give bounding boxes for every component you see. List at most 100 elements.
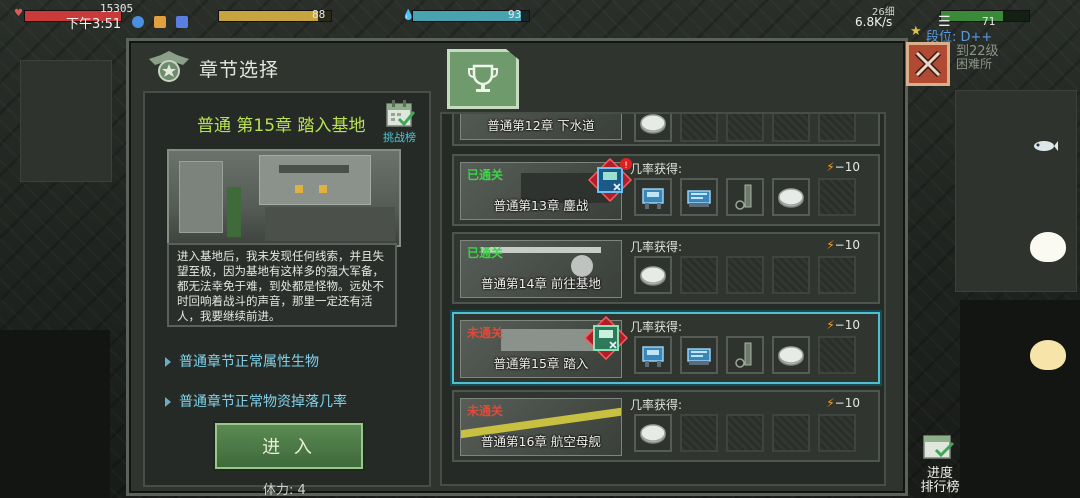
- reward-slots: [634, 414, 856, 452]
- reward-slot-empty: [818, 336, 856, 374]
- reward-slot[interactable]: [772, 178, 810, 216]
- enter-button[interactable]: 进 入: [215, 423, 363, 469]
- energy-cost-value: −10: [834, 396, 860, 410]
- reward-slot-empty: [818, 414, 856, 452]
- triangle-right-icon: [165, 397, 171, 407]
- chapter-title: 普通 第15章 踏入基地: [197, 116, 366, 136]
- chapter-row-14[interactable]: 已通关 普通第14章 前往基地 几率获得: ⚡−10: [452, 232, 880, 304]
- chapter-thumbnail: 普通第12章 下水道: [460, 114, 622, 140]
- reward-slot-empty: [772, 114, 810, 142]
- top-right-value: 26细: [872, 7, 895, 18]
- chapter-preview-image: [167, 149, 401, 247]
- close-button[interactable]: [906, 42, 950, 86]
- reward-slot[interactable]: [634, 178, 672, 216]
- bottle-icon: [735, 184, 752, 210]
- creatures-info-label: 普通章节正常属性生物: [179, 354, 319, 370]
- difficulty-text: 困难所: [956, 57, 993, 71]
- machine-part-icon: [687, 190, 711, 207]
- coin-icon: [778, 188, 804, 208]
- chapter-row-13[interactable]: 已通关 普通第13章 鏖战 几率获得: ⚡−10 !: [452, 154, 880, 226]
- chapter-row-12[interactable]: 普通第12章 下水道: [452, 114, 880, 146]
- bg-shadow-right: [960, 300, 1080, 498]
- reward-slot-empty: [818, 178, 856, 216]
- star-icon: ★: [910, 24, 922, 39]
- lightning-icon: ⚡: [826, 318, 835, 332]
- svg-text:!: !: [624, 161, 628, 171]
- rate-label: 几率获得:: [630, 398, 683, 412]
- emblem-icon: [149, 51, 189, 82]
- pet-icon[interactable]: [1030, 340, 1066, 370]
- reward-slot-empty: [680, 256, 718, 294]
- reward-slot-empty: [680, 114, 718, 142]
- status-badge: 已通关: [467, 168, 504, 182]
- reward-slots: [634, 256, 856, 294]
- rate-label: 几率获得:: [630, 162, 683, 176]
- app-notification-icon: [154, 16, 166, 28]
- progress-rank-button[interactable]: 进度 排行榜: [916, 432, 964, 495]
- reward-slot-empty: [772, 256, 810, 294]
- boss-marker-icon[interactable]: [584, 316, 628, 360]
- reward-slot[interactable]: [726, 178, 764, 216]
- energy-cost-value: −10: [834, 160, 860, 174]
- calendar-check-icon: [923, 435, 955, 459]
- reward-slot-empty: [726, 256, 764, 294]
- challenge-rank-label[interactable]: 挑战榜: [383, 129, 416, 145]
- chapter-thumbnail: 已通关 普通第14章 前往基地: [460, 240, 622, 298]
- coin-icon: [640, 114, 666, 134]
- app-notification-icon: [176, 16, 188, 28]
- clock: 下午3:51: [66, 17, 122, 32]
- reward-slot[interactable]: [634, 336, 672, 374]
- chapter-description: 进入基地后，我未发现任何线索，并且失望至极，因为基地有这样多的强大军备，都无法幸…: [177, 249, 384, 323]
- tab-trophy[interactable]: [447, 49, 519, 109]
- reward-slot[interactable]: [726, 336, 764, 374]
- heart-icon: ♥: [14, 8, 23, 19]
- reward-slot-empty: [726, 114, 764, 142]
- energy-cost: ⚡−10: [826, 318, 860, 332]
- triangle-right-icon: [165, 357, 171, 367]
- chapter-list[interactable]: 普通第12章 下水道 已通关 普通第13章 鏖战 几率获得: ⚡−10 ! 已通…: [440, 112, 886, 486]
- drops-info-link[interactable]: 普通章节正常物资掉落几率: [165, 391, 347, 411]
- stamina-text: 体力: 4: [263, 483, 306, 498]
- app-notification-icon: [132, 16, 144, 28]
- coin-icon: [778, 346, 804, 366]
- creatures-info-link[interactable]: 普通章节正常属性生物: [165, 351, 319, 371]
- reward-slot-empty: [818, 256, 856, 294]
- chapter-description-box: 进入基地后，我未发现任何线索，并且失望至极，因为基地有这样多的强大军备，都无法幸…: [167, 243, 397, 327]
- bg-shadow: [0, 330, 110, 498]
- reward-slot[interactable]: [680, 336, 718, 374]
- close-icon: [914, 50, 942, 78]
- reward-slot[interactable]: [772, 336, 810, 374]
- machine-part-icon: [687, 348, 711, 365]
- calendar-check-icon[interactable]: [385, 99, 415, 129]
- chapter-name: 普通第16章 航空母舰: [481, 434, 601, 449]
- energy-cost: ⚡−10: [826, 396, 860, 410]
- energy-cost: ⚡−10: [826, 238, 860, 252]
- energy-cost: ⚡−10: [826, 160, 860, 174]
- status-bar: ♥ 15305 下午3:51 88 💧 93 6.8K/s 26细 71 段位:…: [0, 0, 1080, 71]
- lightning-icon: ⚡: [826, 238, 835, 252]
- panel-title: 章节选择: [199, 59, 280, 81]
- reward-slot-empty: [772, 414, 810, 452]
- machine-part-icon: [642, 188, 664, 209]
- reward-slots: [634, 114, 856, 142]
- fish-icon[interactable]: [1030, 136, 1058, 156]
- menu-icon[interactable]: ☰: [938, 14, 951, 30]
- reward-slot-empty: [680, 414, 718, 452]
- bg-building-right: [955, 90, 1077, 292]
- bg-building: [20, 60, 112, 182]
- trophy-icon: [468, 64, 498, 92]
- boss-marker-icon[interactable]: !: [588, 158, 632, 202]
- reward-slot[interactable]: [634, 414, 672, 452]
- chapter-row-16[interactable]: 未通关 普通第16章 航空母舰 几率获得: ⚡−10: [452, 390, 880, 462]
- coin-icon: [640, 424, 666, 444]
- status-badge: 未通关: [467, 404, 504, 418]
- reward-slot-empty: [818, 114, 856, 142]
- reward-slot[interactable]: [634, 256, 672, 294]
- machine-part-icon: [642, 346, 664, 367]
- chat-bubble-icon[interactable]: [1030, 232, 1066, 262]
- bottle-icon: [735, 342, 752, 368]
- chapter-row-15[interactable]: 未通关 普通第15章 踏入 几率获得: ⚡−10: [452, 312, 880, 384]
- reward-slot[interactable]: [634, 114, 672, 142]
- energy-cost-value: −10: [834, 318, 860, 332]
- reward-slot[interactable]: [680, 178, 718, 216]
